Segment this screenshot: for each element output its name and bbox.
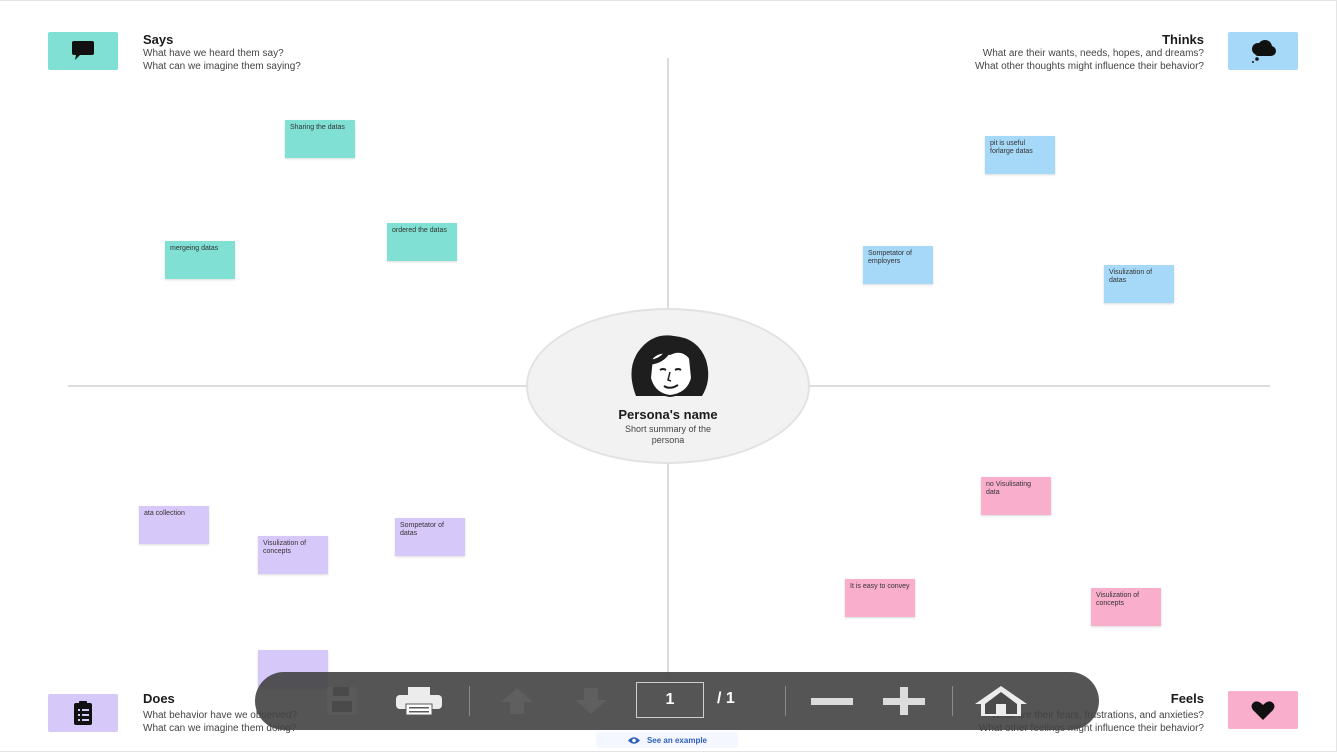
sticky-note[interactable]: Sompetator of employers <box>863 246 933 284</box>
thinks-description: What are their wants, needs, hopes, and … <box>975 47 1204 73</box>
sticky-note[interactable]: Visulization of concepts <box>1091 588 1161 626</box>
print-icon <box>396 687 442 716</box>
arrow-up-icon <box>501 688 533 714</box>
zoom-out-button[interactable] <box>807 684 857 718</box>
thinks-question-2: What other thoughts might influence thei… <box>974 61 1204 72</box>
page-number-input[interactable] <box>636 682 704 718</box>
sticky-note[interactable]: pit is useful forlarge datas <box>985 136 1055 174</box>
heart-icon <box>1251 701 1275 720</box>
sticky-note[interactable]: ordered the datas <box>387 223 457 261</box>
arrow-down-icon <box>575 688 607 714</box>
thinks-question-1: What are their wants, needs, hopes, and … <box>982 48 1204 59</box>
thinks-title: Thinks <box>1162 32 1204 47</box>
page-total: / 1 <box>717 690 735 707</box>
zoom-in-button[interactable] <box>879 684 929 718</box>
previous-page-button[interactable] <box>495 684 539 718</box>
persona-name: Persona's name <box>618 407 718 422</box>
zoom-out-icon <box>811 698 853 705</box>
zoom-in-icon <box>883 687 925 715</box>
print-button[interactable] <box>391 684 447 718</box>
sticky-note[interactable]: no Visulisating data <box>981 477 1051 515</box>
clipboard-icon <box>74 701 92 725</box>
sticky-note[interactable]: ata collection <box>139 506 209 544</box>
sticky-note[interactable]: Visulization of concepts <box>258 536 328 574</box>
persona-avatar-icon <box>631 335 709 398</box>
toolbar-separator <box>469 686 470 716</box>
sticky-note[interactable]: It is easy to convey <box>845 579 915 617</box>
next-page-button[interactable] <box>569 684 613 718</box>
sticky-note[interactable]: Visulization of datas <box>1104 265 1174 303</box>
home-icon <box>975 686 1027 716</box>
says-description: What have we heard them say? What can we… <box>143 47 301 73</box>
toolbar-separator <box>785 686 786 716</box>
persona-circle: Persona's name Short summary of the pers… <box>526 308 810 464</box>
persona-summary: Short summary of the persona <box>624 424 712 445</box>
says-question-2: What can we imagine them saying? <box>143 61 301 72</box>
thinks-icon-box <box>1228 32 1298 70</box>
see-example-link[interactable]: See an example <box>596 732 738 748</box>
does-title: Does <box>143 691 175 706</box>
sticky-note[interactable]: Sharing the datas <box>285 120 355 158</box>
cloud-icon <box>1252 40 1276 63</box>
sticky-note[interactable]: Sompetator of datas <box>395 518 465 556</box>
says-icon-box <box>48 32 118 70</box>
save-button[interactable] <box>317 684 367 718</box>
eye-icon <box>627 736 640 744</box>
says-title: Says <box>143 32 174 47</box>
pdf-toolbar: / 1 <box>255 672 1099 730</box>
says-question-1: What have we heard them say? <box>143 48 284 59</box>
feels-icon-box <box>1228 691 1298 729</box>
home-button[interactable] <box>971 682 1031 720</box>
does-icon-box <box>48 694 118 732</box>
save-icon <box>327 687 357 715</box>
feels-title: Feels <box>1170 691 1204 706</box>
speech-bubble-icon <box>72 41 94 60</box>
see-example-label: See an example <box>646 735 708 745</box>
sticky-note[interactable]: mergeing datas <box>165 241 235 279</box>
toolbar-separator <box>952 686 953 716</box>
